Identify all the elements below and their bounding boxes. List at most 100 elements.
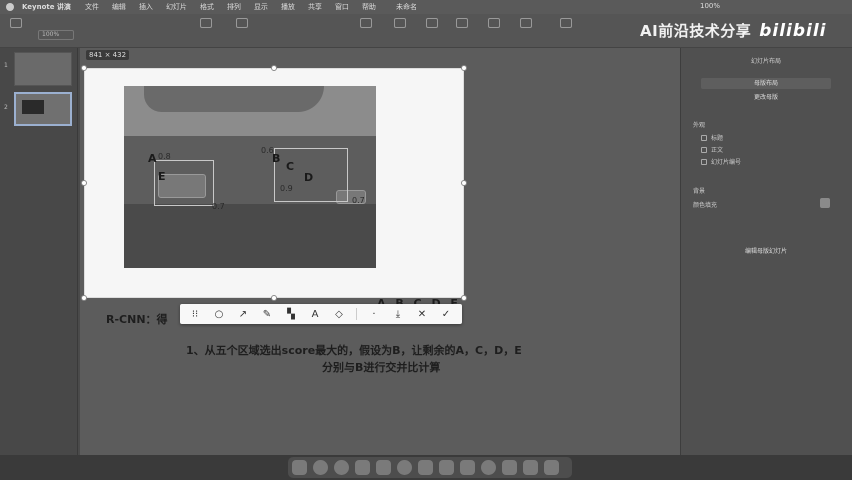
close-icon[interactable]: ✕ (415, 309, 429, 320)
box-label-e: E (158, 170, 166, 183)
pycharm-icon[interactable] (355, 460, 370, 475)
finder-icon[interactable] (292, 460, 307, 475)
menu-window[interactable]: 窗口 (335, 2, 349, 12)
calendar-icon[interactable] (460, 460, 475, 475)
title-checkbox-label: 标题 (711, 135, 724, 142)
box-label-d: D (304, 171, 314, 184)
image-trees (144, 86, 324, 112)
menu-file[interactable]: 文件 (85, 2, 99, 12)
toolbar-divider (356, 308, 357, 320)
notes-icon[interactable] (439, 460, 454, 475)
text-button[interactable] (426, 18, 438, 31)
mosaic-icon[interactable]: ▚ (284, 309, 298, 320)
terminal-icon[interactable] (418, 460, 433, 475)
play-button[interactable] (200, 18, 212, 31)
resize-handle-b[interactable] (271, 295, 277, 301)
menu-insert[interactable]: 插入 (139, 2, 153, 12)
menu-help[interactable]: 帮助 (362, 2, 376, 12)
trash-icon[interactable] (544, 460, 559, 475)
rcnn-text: R-CNN：得 (106, 313, 168, 326)
chart-button[interactable] (394, 18, 406, 31)
box-label-a: A (148, 152, 157, 165)
checkbox-icon (701, 135, 707, 141)
menu-format[interactable]: 格式 (200, 2, 214, 12)
chrome-icon[interactable] (397, 460, 412, 475)
slide-number-1: 1 (4, 62, 8, 69)
background-heading: 背景 (693, 188, 706, 195)
menu-view[interactable]: 显示 (254, 2, 268, 12)
menu-play[interactable]: 播放 (281, 2, 295, 12)
view-button[interactable] (10, 18, 22, 31)
detection-image: A E B C D 0.8 0.6 0.7 0.9 0.7 (124, 86, 376, 268)
arrow-icon[interactable]: ↗ (236, 309, 250, 320)
resize-handle-r[interactable] (461, 180, 467, 186)
menu-edit[interactable]: 编辑 (112, 2, 126, 12)
keynote-icon[interactable] (376, 460, 391, 475)
menu-app-name[interactable]: Keynote 讲演 (22, 2, 71, 12)
resize-handle-l[interactable] (81, 180, 87, 186)
apple-icon[interactable] (6, 3, 14, 11)
selection-size-label: 841 × 432 (86, 50, 130, 60)
shape-button[interactable] (456, 18, 468, 31)
menu-arrange[interactable]: 排列 (227, 2, 241, 12)
fill-select[interactable]: 颜色填充 (693, 200, 717, 209)
launchpad-icon[interactable] (313, 460, 328, 475)
clock-icon[interactable] (481, 460, 496, 475)
inspector-tab-layout[interactable]: 幻灯片布局 (751, 56, 781, 65)
confirm-icon[interactable]: ✓ (439, 309, 453, 320)
menu-slide[interactable]: 幻灯片 (166, 2, 187, 12)
photos-icon[interactable] (523, 460, 538, 475)
resize-handle-tr[interactable] (461, 65, 467, 71)
rectangle-icon[interactable]: ⁝⁝ (188, 309, 202, 320)
undo-icon[interactable]: · (367, 309, 381, 320)
watermark-text: AI前沿技术分享 (640, 22, 752, 40)
master-layout-button[interactable]: 母版布局 (701, 78, 831, 89)
checkbox-icon (701, 147, 707, 153)
score-d: 0.7 (352, 196, 365, 205)
score-c: 0.9 (280, 184, 293, 193)
slide-thumbnail-1[interactable] (14, 52, 72, 86)
title-checkbox[interactable]: 标题 (701, 133, 723, 142)
comment-button[interactable] (520, 18, 532, 31)
keynote-screen: Keynote 讲演 文件 编辑 插入 幻灯片 格式 排列 显示 播放 共享 窗… (0, 0, 852, 480)
fill-dropdown-arrow[interactable] (820, 198, 830, 208)
resize-handle-bl[interactable] (81, 295, 87, 301)
edit-master-button[interactable]: 编辑母版幻灯片 (701, 246, 831, 257)
resize-handle-br[interactable] (461, 295, 467, 301)
menu-share[interactable]: 共享 (308, 2, 322, 12)
media-button[interactable] (488, 18, 500, 31)
resize-handle-t[interactable] (271, 65, 277, 71)
appearance-heading: 外观 (693, 122, 706, 129)
ellipse-icon[interactable]: ○ (212, 309, 226, 320)
keynote-live-button[interactable] (236, 18, 248, 31)
battery-indicator: 100% (700, 2, 721, 10)
step1-text-continued: 分别与B进行交并比计算 (322, 361, 441, 374)
zoom-select[interactable]: 100% (38, 30, 74, 40)
slide-number-checkbox-label: 幻灯片编号 (711, 159, 742, 166)
collaborate-button[interactable] (560, 18, 572, 31)
view-icon (10, 18, 22, 28)
dock-bar (288, 457, 572, 478)
tag-icon[interactable]: ◇ (332, 309, 346, 320)
step1-text: 1、从五个区域选出score最大的，假设为B，让剩余的A，C，D，E (186, 344, 522, 357)
chart-icon (394, 18, 406, 28)
slide-number-2: 2 (4, 104, 8, 111)
pen-icon[interactable]: ✎ (260, 309, 274, 320)
text-tool-icon[interactable]: A (308, 309, 322, 320)
text-icon (426, 18, 438, 28)
box-label-c: C (286, 160, 295, 173)
table-button[interactable] (360, 18, 372, 31)
checkbox-icon (701, 159, 707, 165)
body-checkbox[interactable]: 正文 (701, 145, 723, 154)
comment-icon (520, 18, 532, 28)
change-master-button[interactable]: 更改母版 (701, 92, 831, 103)
slide-thumbnail-2[interactable] (14, 92, 72, 126)
download-icon[interactable]: ⤓ (391, 309, 405, 320)
resize-handle-tl[interactable] (81, 65, 87, 71)
bilibili-logo: bilibili (759, 20, 827, 41)
safari-icon[interactable] (334, 460, 349, 475)
preview-icon[interactable] (502, 460, 517, 475)
table-icon (360, 18, 372, 28)
slide-number-checkbox[interactable]: 幻灯片编号 (701, 157, 741, 166)
image-road (124, 204, 376, 268)
